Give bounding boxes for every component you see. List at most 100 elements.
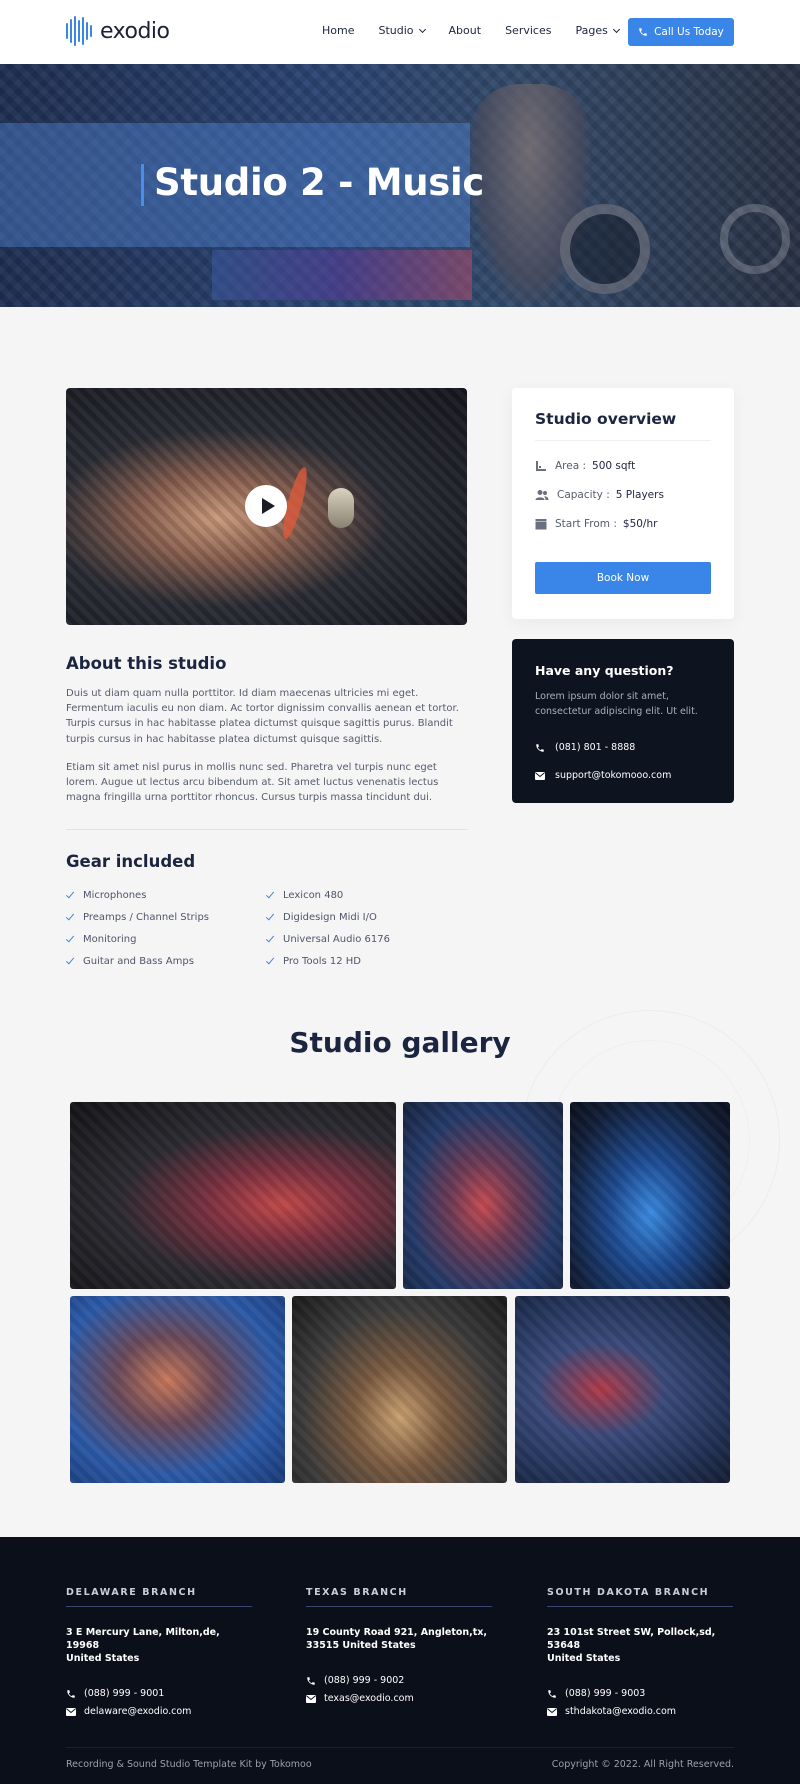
gear-label: Pro Tools 12 HD [283, 955, 361, 967]
question-email[interactable]: support@tokomooo.com [535, 770, 671, 781]
address-line: United States [547, 1653, 621, 1664]
check-icon [265, 911, 275, 920]
address-line: 23 101st Street SW, Pollock,sd, 53648 [547, 1627, 716, 1651]
email-text: delaware@exodio.com [84, 1706, 192, 1717]
branch-south-dakota: SOUTH DAKOTA BRANCH 23 101st Street SW, … [547, 1587, 733, 1717]
phone-icon [548, 1689, 556, 1698]
phone-text: (088) 999 - 9002 [324, 1675, 405, 1686]
microphone-image [328, 488, 354, 528]
call-us-button[interactable]: Call Us Today [628, 18, 734, 46]
footer-credit[interactable]: Recording & Sound Studio Template Kit by… [66, 1759, 312, 1770]
gear-item: Microphones [65, 884, 209, 906]
email-icon [306, 1694, 316, 1703]
book-now-button[interactable]: Book Now [535, 562, 711, 594]
email-icon [547, 1707, 557, 1716]
branch-address: 19 County Road 921, Angleton,tx, 33515 Un… [306, 1626, 492, 1652]
studio-overview-card: Studio overview Area : 500 sqft Capacity… [512, 388, 734, 619]
email-icon [535, 771, 545, 780]
menu-label: Pages [575, 24, 608, 37]
gear-item: Digidesign Midi I/O [265, 906, 390, 928]
gallery-photo-vocalist[interactable] [70, 1296, 285, 1483]
menu-item-home[interactable]: Home [322, 24, 354, 37]
about-paragraph: Duis ut diam quam nulla porttitor. Id di… [66, 688, 459, 745]
footer-copyright: Copyright © 2022. All Right Reserved. [551, 1759, 734, 1770]
hero-monitor-image [212, 250, 472, 300]
phone-icon [536, 743, 544, 752]
phone-text: (088) 999 - 9001 [84, 1688, 165, 1699]
menu-item-services[interactable]: Services [505, 24, 551, 37]
email-text: texas@exodio.com [324, 1693, 414, 1704]
gear-label: Preamps / Channel Strips [83, 911, 210, 923]
check-icon [265, 889, 275, 898]
phone-text: (088) 999 - 9003 [565, 1688, 646, 1699]
phone-icon [67, 1689, 75, 1698]
branch-phone[interactable]: (088) 999 - 9003 [547, 1688, 733, 1699]
top-navbar: exodio Home Studio About Services Pages … [0, 0, 800, 64]
check-icon [265, 933, 275, 942]
overview-label: Area : [555, 460, 587, 472]
check-icon [265, 955, 275, 964]
studio-video[interactable] [66, 388, 467, 625]
address-line: United States [66, 1653, 140, 1664]
divider [66, 1747, 734, 1748]
menu-item-about[interactable]: About [449, 24, 482, 37]
gear-item: Universal Audio 6176 [265, 928, 390, 950]
branch-phone[interactable]: (088) 999 - 9002 [306, 1675, 492, 1686]
branch-email[interactable]: sthdakota@exodio.com [547, 1706, 733, 1717]
gear-label: Universal Audio 6176 [283, 933, 390, 945]
about-heading: About this studio [66, 654, 227, 673]
gear-label: Digidesign Midi I/O [283, 911, 377, 923]
question-text: Lorem ipsum dolor sit amet, consectetur … [535, 691, 698, 717]
overview-row-price: Start From : $50/hr [535, 518, 657, 530]
check-icon [65, 911, 75, 920]
hero-title-accent [141, 164, 144, 206]
gallery-photo-mixer[interactable] [570, 1102, 730, 1289]
question-phone[interactable]: (081) 801 - 8888 [535, 742, 635, 753]
logo[interactable]: exodio [66, 15, 170, 47]
question-heading: Have any question? [535, 663, 674, 678]
overview-row-capacity: Capacity : 5 Players [535, 489, 664, 501]
branch-delaware: DELAWARE BRANCH 3 E Mercury Lane, Milton… [66, 1587, 252, 1717]
chevron-down-icon [612, 25, 620, 33]
check-icon [65, 955, 75, 964]
gallery-photo-guitarist[interactable] [515, 1296, 730, 1483]
play-icon [261, 498, 275, 514]
play-button[interactable] [245, 485, 287, 527]
logo-icon [66, 15, 96, 47]
footer: DELAWARE BRANCH 3 E Mercury Lane, Milton… [0, 1537, 800, 1784]
gallery-heading: Studio gallery [289, 1026, 511, 1059]
gear-item: Lexicon 480 [265, 884, 390, 906]
about-paragraph: Etiam sit amet nisl purus in mollis nunc… [66, 762, 439, 804]
branch-phone[interactable]: (088) 999 - 9001 [66, 1688, 252, 1699]
branch-email[interactable]: delaware@exodio.com [66, 1706, 252, 1717]
branch-title: DELAWARE BRANCH [66, 1587, 197, 1598]
gallery-photo-singer[interactable] [70, 1102, 396, 1289]
branch-title: TEXAS BRANCH [306, 1587, 408, 1598]
gallery-photo-headphones[interactable] [403, 1102, 563, 1289]
menu-item-studio[interactable]: Studio [378, 24, 426, 37]
check-icon [65, 933, 75, 942]
overview-row-area: Area : 500 sqft [535, 460, 635, 472]
overview-value: 5 Players [615, 489, 664, 501]
address-line: 3 E Mercury Lane, Milton,de, 19968 [66, 1627, 220, 1651]
page-title: Studio 2 - Music [154, 161, 485, 204]
email-text: sthdakota@exodio.com [565, 1706, 677, 1717]
address-line: 19 County Road 921, Angleton,tx, [306, 1627, 488, 1638]
gear-list-right: Lexicon 480 Digidesign Midi I/O Universa… [265, 884, 390, 972]
overview-label: Capacity : [557, 489, 610, 501]
menu-label: About [448, 24, 482, 37]
hero-speaker-image [560, 204, 650, 294]
gear-item: Pro Tools 12 HD [265, 950, 390, 972]
divider [535, 440, 711, 441]
menu-item-pages[interactable]: Pages [575, 24, 620, 37]
gear-item: Monitoring [65, 928, 209, 950]
gear-label: Guitar and Bass Amps [83, 955, 194, 967]
gear-item: Preamps / Channel Strips [65, 906, 210, 928]
check-icon [65, 889, 75, 898]
gear-list-left: Microphones Preamps / Channel Strips Mon… [65, 884, 210, 972]
branch-title: SOUTH DAKOTA BRANCH [547, 1587, 710, 1598]
question-card: Have any question? Lorem ipsum dolor sit… [512, 639, 734, 803]
branch-email[interactable]: texas@exodio.com [306, 1693, 492, 1704]
gallery-photo-engineer[interactable] [292, 1296, 507, 1483]
divider [547, 1606, 733, 1607]
